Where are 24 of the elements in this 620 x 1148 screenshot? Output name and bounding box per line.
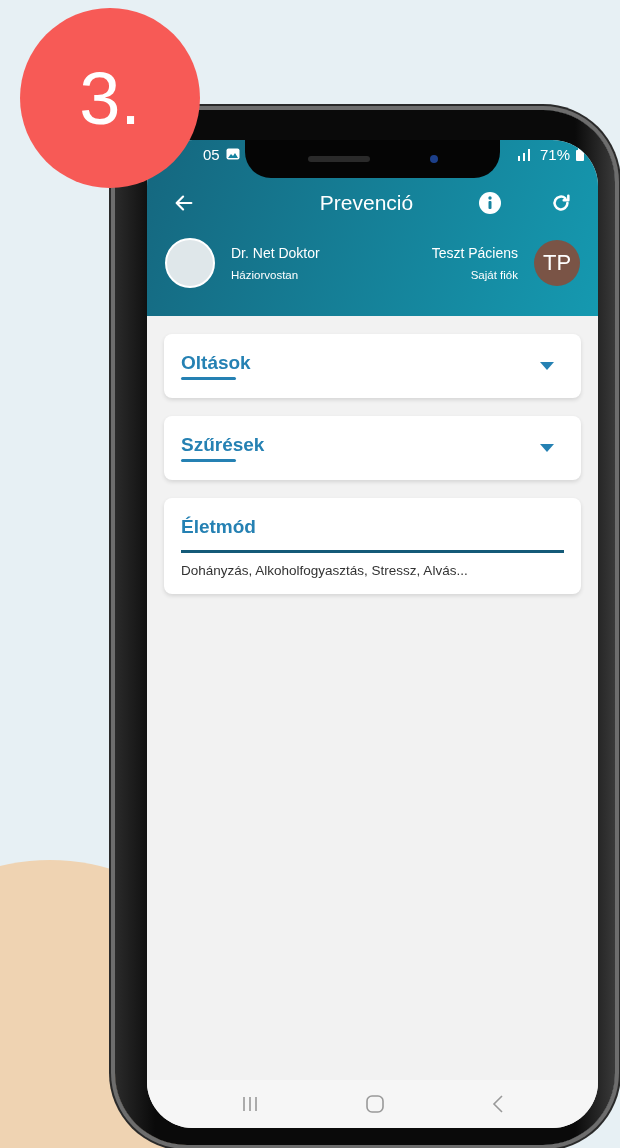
section-title-link[interactable]: Oltások <box>181 352 251 380</box>
patient-avatar[interactable]: TP <box>534 240 580 286</box>
doctor-photo-placeholder <box>165 238 215 288</box>
step-badge: 3. <box>20 8 200 188</box>
section-summary: Dohányzás, Alkoholfogyasztás, Stressz, Alvás... <box>181 563 469 578</box>
summary-card[interactable]: Életmód Dohányzás, Alkoholfogyasztás, Stressz, Alvás... <box>164 498 581 594</box>
status-time: 05 <box>203 145 220 163</box>
recent-apps-icon[interactable] <box>240 1096 259 1112</box>
image-icon <box>225 148 240 160</box>
screen-title: Prevenció <box>318 191 415 215</box>
doctor-name: Dr. Net Doktor <box>231 245 320 261</box>
patient-name: Teszt Páciens <box>431 245 518 261</box>
speaker-grille <box>307 156 370 162</box>
caret-icon[interactable] <box>540 444 554 452</box>
home-icon[interactable] <box>366 1095 385 1113</box>
account-label: Saját fiók <box>470 269 518 281</box>
section-title-link[interactable]: Szűrések <box>181 434 265 462</box>
back-nav-icon[interactable] <box>492 1095 505 1113</box>
section-title: Életmód <box>181 516 257 538</box>
caret-icon[interactable] <box>540 362 554 370</box>
battery-percent: 71% <box>539 145 570 163</box>
camera-lens <box>429 155 438 163</box>
doctor-role: Háziorvostan <box>231 269 299 281</box>
battery-icon <box>576 147 584 161</box>
